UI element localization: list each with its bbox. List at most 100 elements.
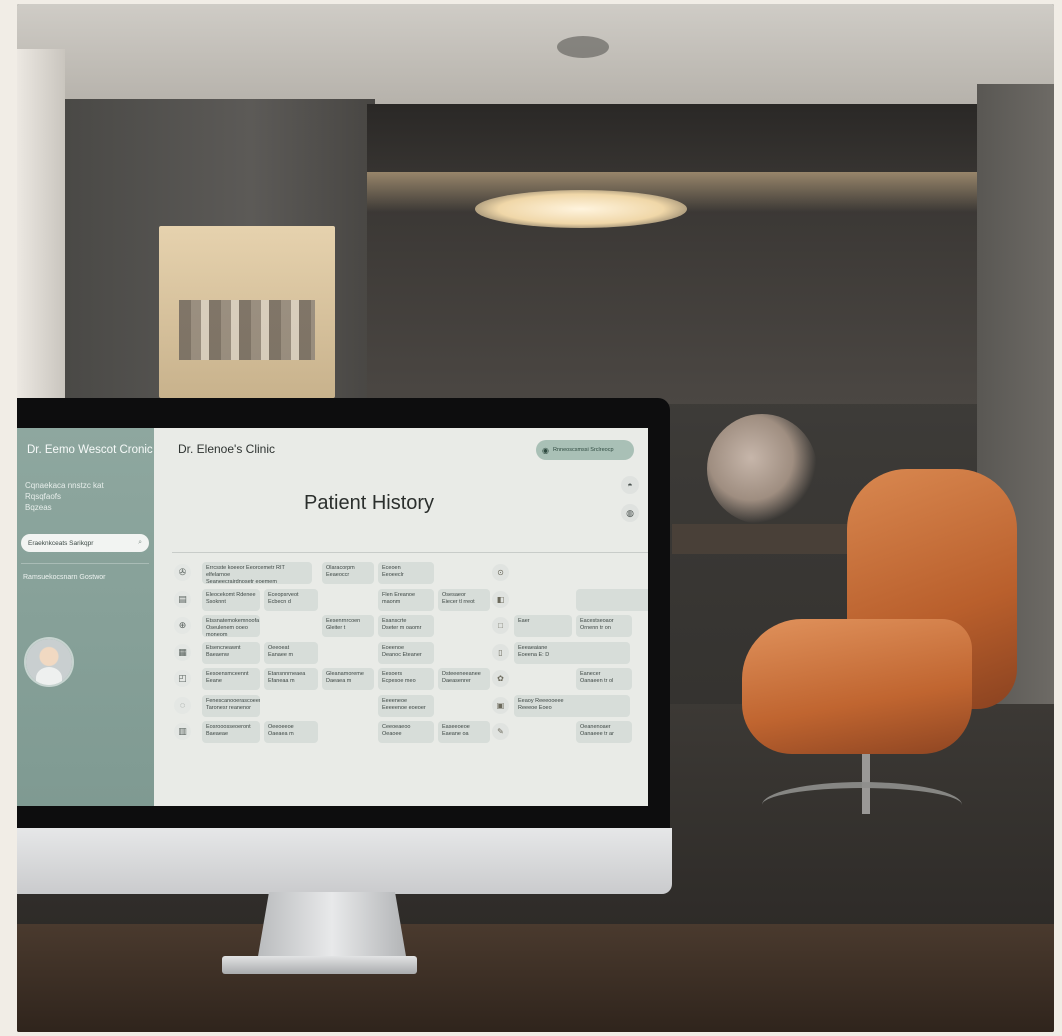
sidebar: Dr. Eemo Wescot Cronic Cqnaekaca nnstzc … [17,428,154,806]
cell-text-line: Eanecer [580,671,601,677]
history-cell-right[interactable]: Eeeaeaiane Eoeena E: D [514,641,630,664]
record-icon: ◌ [174,696,191,714]
books [179,300,315,360]
status-icon: ◧ [492,590,509,608]
history-cell[interactable]: Eceoen Eeoeeclr [378,562,434,584]
history-cell[interactable]: Errcsste koeeor Eeorcemetr RIT elfelarno… [202,562,312,584]
table-row[interactable]: ▦ Etsencneawnt Baeaenw Oeeoeat Eanaee m Eoeen… [172,640,634,667]
sidebar-divider [21,563,149,564]
cell-text-line: Eaer [518,618,530,624]
support-button[interactable]: ◍ [621,504,639,522]
top-pill-text: Rnneoscsmssi Srclreocp [552,447,614,453]
history-cell[interactable]: Eceopsrveot Ecbecn d [264,588,318,611]
table-row[interactable]: ▥ Eosrooosseoeront Baeaeae Oeeoeeoe Oaeaea m… [172,719,634,746]
cell-text-line: Oanaeee tr ar [580,731,614,737]
cell-text-line: Flen Ereanoe [382,591,416,598]
history-cell-right[interactable]: Oeanenoaer Oanaeee tr ar [576,721,632,743]
history-cell[interactable]: Esanscrte Dseter m oaomr [378,615,434,637]
status-icon: ✎ [492,723,509,740]
title-divider [172,552,648,553]
bell-icon: ◓ [627,480,633,490]
cell-text-line: Seaneecrairdnosetr eoemem [206,579,277,584]
history-cell-right[interactable]: Eacestseoaor Ornenn tr on [576,615,632,637]
history-cell[interactable]: Olaracorpm Eeaeoccr [322,562,374,584]
status-icon: ⊙ [492,564,509,581]
cell-text-line: Eaeane oa [442,731,469,737]
side-table [672,524,862,554]
table-row[interactable]: ▤ Eleocekomt Rdenee Ssoknnt Eceopsrveot Ecbe… [172,587,648,614]
history-cell-right[interactable]: Eaer [514,615,572,637]
sidebar-subtitle: Cqnaekaca nnstzc kat Rqsqfaofs Bqzeas [25,480,145,513]
history-cell[interactable]: Osesaeor Eiecer tl rreot [438,588,490,611]
cell-text-line: Errcsste koeeor Eeorcemetr RIT elfelarno… [206,565,285,578]
cell-text-line: Eoeenoe [382,644,405,651]
history-cell-right[interactable]: Eeaoy Reeeooeee Reeeoe Eoeo [514,694,630,717]
cell-text-line: Eeeaeaiane [518,644,548,651]
sidebar-subtitle-line: Cqnaekaca nnstzc kat [25,481,104,490]
history-cell[interactable]: FenescanooerascoeenomeneoeraeramraTarone… [202,694,260,717]
cell-text-line: Eeeeneoe [382,697,408,704]
history-cell[interactable]: Eleocekomt Rdenee Ssoknnt [202,588,260,611]
chair-seat [742,619,972,754]
patient-history-grid: ✇ Errcsste koeeor Eeorcemetr RIT elfelarn… [172,560,648,746]
cell-text-line: Eeaeoccr [326,572,350,578]
history-cell[interactable]: Eosrooosseoeront Baeaeae [202,721,260,743]
avatar[interactable] [26,639,72,685]
history-cell[interactable]: Etsencneawnt Baeaenw [202,641,260,664]
record-icon: ▦ [174,643,191,661]
status-icon: □ [492,617,509,634]
cell-text-line: Ecbecn d [268,598,291,605]
history-cell[interactable]: Easeeoeoe Eaeane oa [438,721,490,743]
history-cell[interactable]: Ceeoeaeoo Oeaoee [378,721,434,743]
cell-text-line: Oanaeen tr ol [580,678,614,684]
history-cell[interactable]: Eesoers Ecpesoe meo [378,668,434,690]
cell-text-line: Oaeaea m [268,731,294,737]
history-cell[interactable]: Eesoensmceennt Eeane [202,668,260,690]
table-row[interactable]: ✇ Errcsste koeeor Eeorcemetr RIT elfelarn… [172,560,634,587]
sidebar-subtitle-line: Rqsqfaofs [25,492,62,501]
cell-text-line: Eeane [206,678,222,684]
history-cell[interactable]: Etssnatemokemnoofa Oseulenem ooeo moneom [202,615,260,637]
clinic-name: Dr. Elenoe's Clinic [178,442,275,456]
record-icon: ▤ [174,590,191,608]
history-cell[interactable]: Eesenrnrcoen Gleiter t [322,615,374,637]
cell-text-line: Dseter m oaomr [382,625,422,631]
monitor-stand-foot [222,956,417,974]
history-cell[interactable]: Gleanamoreme Daeaea m [322,668,374,690]
status-icon: ✿ [492,670,509,687]
cell-text-line: Eceopsrveot [268,591,299,598]
search-icon[interactable]: ⌕ [138,539,142,547]
history-cell-right[interactable]: Eanecer Oanaeen tr ol [576,668,632,690]
table-row[interactable]: ◰ Eesoensmceennt Eeane Etansnnrneaea Efaneaa… [172,666,634,693]
sidebar-link[interactable]: Ramsuekocsnarn Gostwor [23,574,105,581]
history-cell[interactable]: Etansnnrneaea Efaneaa m [264,668,318,690]
wall-alcove [367,104,977,404]
record-icon: ▥ [174,723,191,740]
history-cell[interactable]: Flen Ereanoe maonm [378,588,434,611]
table-row[interactable]: ◌ FenescanooerascoeenomeneoeraeramraTaron… [172,693,634,720]
cell-text-line: Eeaoy Reeeooeee [518,697,564,704]
cell-text-line: Deanoc Eteaner [382,651,422,658]
monitor-stand [257,892,407,962]
monitor-screen: Dr. Eemo Wescot Cronic Cqnaekaca nnstzc … [17,428,648,806]
top-action-pill[interactable]: ◉ Rnneoscsmssi Srclreocp [536,440,634,460]
history-cell[interactable]: Eeeeneoe Eeeeenoe eoeoer [378,694,434,717]
cell-text-line: Eeeeenoe eoeoer [382,704,426,711]
history-cell-right[interactable] [576,588,648,611]
left-wall [17,49,65,409]
record-icon: ⊕ [174,617,191,634]
history-cell[interactable]: Oeeoeat Eanaee m [264,641,318,664]
sidebar-search[interactable]: Eraeknkceats Sarikqpr ⌕ [21,534,149,552]
cell-text-line: Eesoensmceennt [206,671,249,677]
history-cell[interactable]: Dsteeeneeanee Daeasenrer [438,668,490,690]
cell-text-line: Easeeoeoe [442,724,470,730]
table-row[interactable]: ⊕ Etssnatemokemnoofa Oseulenem ooeo moneom… [172,613,634,640]
history-cell[interactable]: Oeeoeeoe Oaeaea m [264,721,318,743]
cell-text-line: Eanaee m [268,651,294,658]
cell-text-line: Dsteeeneeanee [442,671,481,677]
headset-icon: ◍ [626,507,634,518]
history-cell[interactable]: Eoeenoe Deanoc Eteaner [378,641,434,664]
notification-button[interactable]: ◓ [621,476,639,494]
cell-text-line: Eleocekomt Rdenee [206,591,256,598]
cell-text-line: Esanscrte [382,618,407,624]
